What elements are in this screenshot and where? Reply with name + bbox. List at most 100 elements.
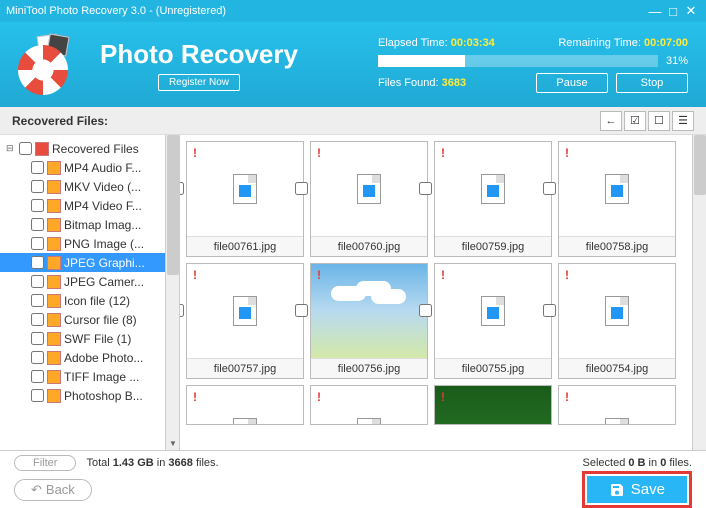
deselect-all-button[interactable]: ☐ [648, 111, 670, 131]
tree-item-label: MP4 Audio F... [64, 161, 141, 175]
tree-item[interactable]: SWF File (1) [0, 329, 179, 348]
thumbnail-checkbox[interactable] [419, 304, 432, 317]
thumbnail[interactable]: !file00756.jpg [310, 263, 428, 379]
warning-icon: ! [317, 268, 321, 282]
progress-bar [378, 55, 658, 67]
thumbnail[interactable]: ! file00759.jpg [434, 141, 552, 257]
app-name: Photo Recovery [100, 39, 298, 70]
close-button[interactable]: ✕ [682, 3, 700, 19]
warning-icon: ! [441, 268, 445, 282]
file-placeholder-icon [357, 174, 381, 204]
tree-item-checkbox[interactable] [31, 199, 44, 212]
tree-root-checkbox[interactable] [19, 142, 32, 155]
thumbnail[interactable]: ! [434, 385, 552, 425]
view-list-button[interactable]: ☰ [672, 111, 694, 131]
thumbnail-checkbox[interactable] [419, 182, 432, 195]
warning-icon: ! [565, 390, 569, 404]
save-button[interactable]: Save [587, 476, 687, 503]
filetype-icon [47, 199, 61, 213]
tree-item[interactable]: MP4 Video F... [0, 196, 179, 215]
tree-item-checkbox[interactable] [31, 389, 44, 402]
file-placeholder-icon [357, 418, 381, 425]
footer: Filter Total 1.43 GB in 3668 files. Sele… [0, 450, 706, 506]
thumbnail-filename: file00761.jpg [187, 236, 303, 256]
thumbnail[interactable]: !file00757.jpg [186, 263, 304, 379]
tree-item[interactable]: JPEG Graphi... [0, 253, 179, 272]
tree-item-checkbox[interactable] [31, 313, 44, 326]
folder-icon [35, 142, 49, 156]
grid-scrollbar[interactable] [692, 135, 706, 450]
tree-root[interactable]: ⊟Recovered Files [0, 139, 179, 158]
warning-icon: ! [193, 390, 197, 404]
tree-item[interactable]: Photoshop B... [0, 386, 179, 405]
elapsed-value: 00:03:34 [451, 37, 495, 49]
tree-item[interactable]: Icon file (12) [0, 291, 179, 310]
tree-item[interactable]: Bitmap Imag... [0, 215, 179, 234]
stop-button[interactable]: Stop [616, 73, 688, 93]
tree-item-checkbox[interactable] [31, 294, 44, 307]
tree-item-checkbox[interactable] [31, 256, 44, 269]
thumbnail[interactable]: ! [310, 385, 428, 425]
warning-icon: ! [317, 146, 321, 160]
register-button[interactable]: Register Now [158, 74, 240, 91]
thumbnail[interactable]: ! [186, 385, 304, 425]
pause-button[interactable]: Pause [536, 73, 608, 93]
app-header: Photo Recovery Register Now Elapsed Time… [0, 22, 706, 107]
thumbnail[interactable]: ! file00760.jpg [310, 141, 428, 257]
thumbnail-checkbox[interactable] [295, 304, 308, 317]
tree-item-checkbox[interactable] [31, 218, 44, 231]
files-found-value: 3683 [442, 77, 466, 89]
tree-scrollbar[interactable] [165, 135, 179, 450]
tree-item[interactable]: Adobe Photo... [0, 348, 179, 367]
thumbnail[interactable]: !file00758.jpg [558, 141, 676, 257]
thumbnail-checkbox[interactable] [295, 182, 308, 195]
tree-item[interactable]: PNG Image (... [0, 234, 179, 253]
thumbnail[interactable]: !file00754.jpg [558, 263, 676, 379]
thumbnail[interactable]: ! [558, 385, 676, 425]
tree-item[interactable]: Cursor file (8) [0, 310, 179, 329]
file-placeholder-icon [605, 174, 629, 204]
warning-icon: ! [441, 390, 445, 404]
thumbnail-checkbox[interactable] [543, 182, 556, 195]
file-placeholder-icon [233, 418, 257, 425]
tree-item-label: Bitmap Imag... [64, 218, 141, 232]
filetype-icon [47, 161, 61, 175]
thumbnail[interactable]: !file00755.jpg [434, 263, 552, 379]
tree-item[interactable]: TIFF Image ... [0, 367, 179, 386]
warning-icon: ! [441, 146, 445, 160]
remaining-value: 00:07:00 [644, 37, 688, 49]
tree-item-checkbox[interactable] [31, 180, 44, 193]
thumbnail-checkbox[interactable] [180, 304, 184, 317]
tree-item-checkbox[interactable] [31, 161, 44, 174]
thumbnail-filename: file00759.jpg [435, 236, 551, 256]
tree-item[interactable]: JPEG Camer... [0, 272, 179, 291]
tree-item-label: PNG Image (... [64, 237, 144, 251]
tree-item-checkbox[interactable] [31, 237, 44, 250]
tree-scroll-thumb[interactable] [167, 135, 179, 275]
tree-item-label: Photoshop B... [64, 389, 143, 403]
file-placeholder-icon [481, 296, 505, 326]
file-placeholder-icon [605, 418, 629, 425]
file-placeholder-icon [233, 174, 257, 204]
tree-item[interactable]: MP4 Audio F... [0, 158, 179, 177]
tree-item-checkbox[interactable] [31, 351, 44, 364]
app-logo [18, 35, 88, 95]
grid-scroll-thumb[interactable] [694, 135, 706, 195]
thumbnail-checkbox[interactable] [180, 182, 184, 195]
minimize-button[interactable]: — [646, 4, 664, 19]
thumbnail[interactable]: !file00761.jpg [186, 141, 304, 257]
tree-item[interactable]: MKV Video (... [0, 177, 179, 196]
tree-item-label: TIFF Image ... [64, 370, 139, 384]
thumbnail-filename: file00760.jpg [311, 236, 427, 256]
filter-button[interactable]: Filter [14, 455, 76, 471]
tree-item-checkbox[interactable] [31, 332, 44, 345]
tree-item-checkbox[interactable] [31, 370, 44, 383]
select-all-button[interactable]: ☑ [624, 111, 646, 131]
tree-item-label: MP4 Video F... [64, 199, 142, 213]
filetype-icon [47, 275, 61, 289]
maximize-button[interactable]: □ [664, 4, 682, 19]
back-button[interactable]: ↶Back [14, 479, 92, 501]
nav-back-button[interactable]: ← [600, 111, 622, 131]
tree-item-checkbox[interactable] [31, 275, 44, 288]
thumbnail-checkbox[interactable] [543, 304, 556, 317]
